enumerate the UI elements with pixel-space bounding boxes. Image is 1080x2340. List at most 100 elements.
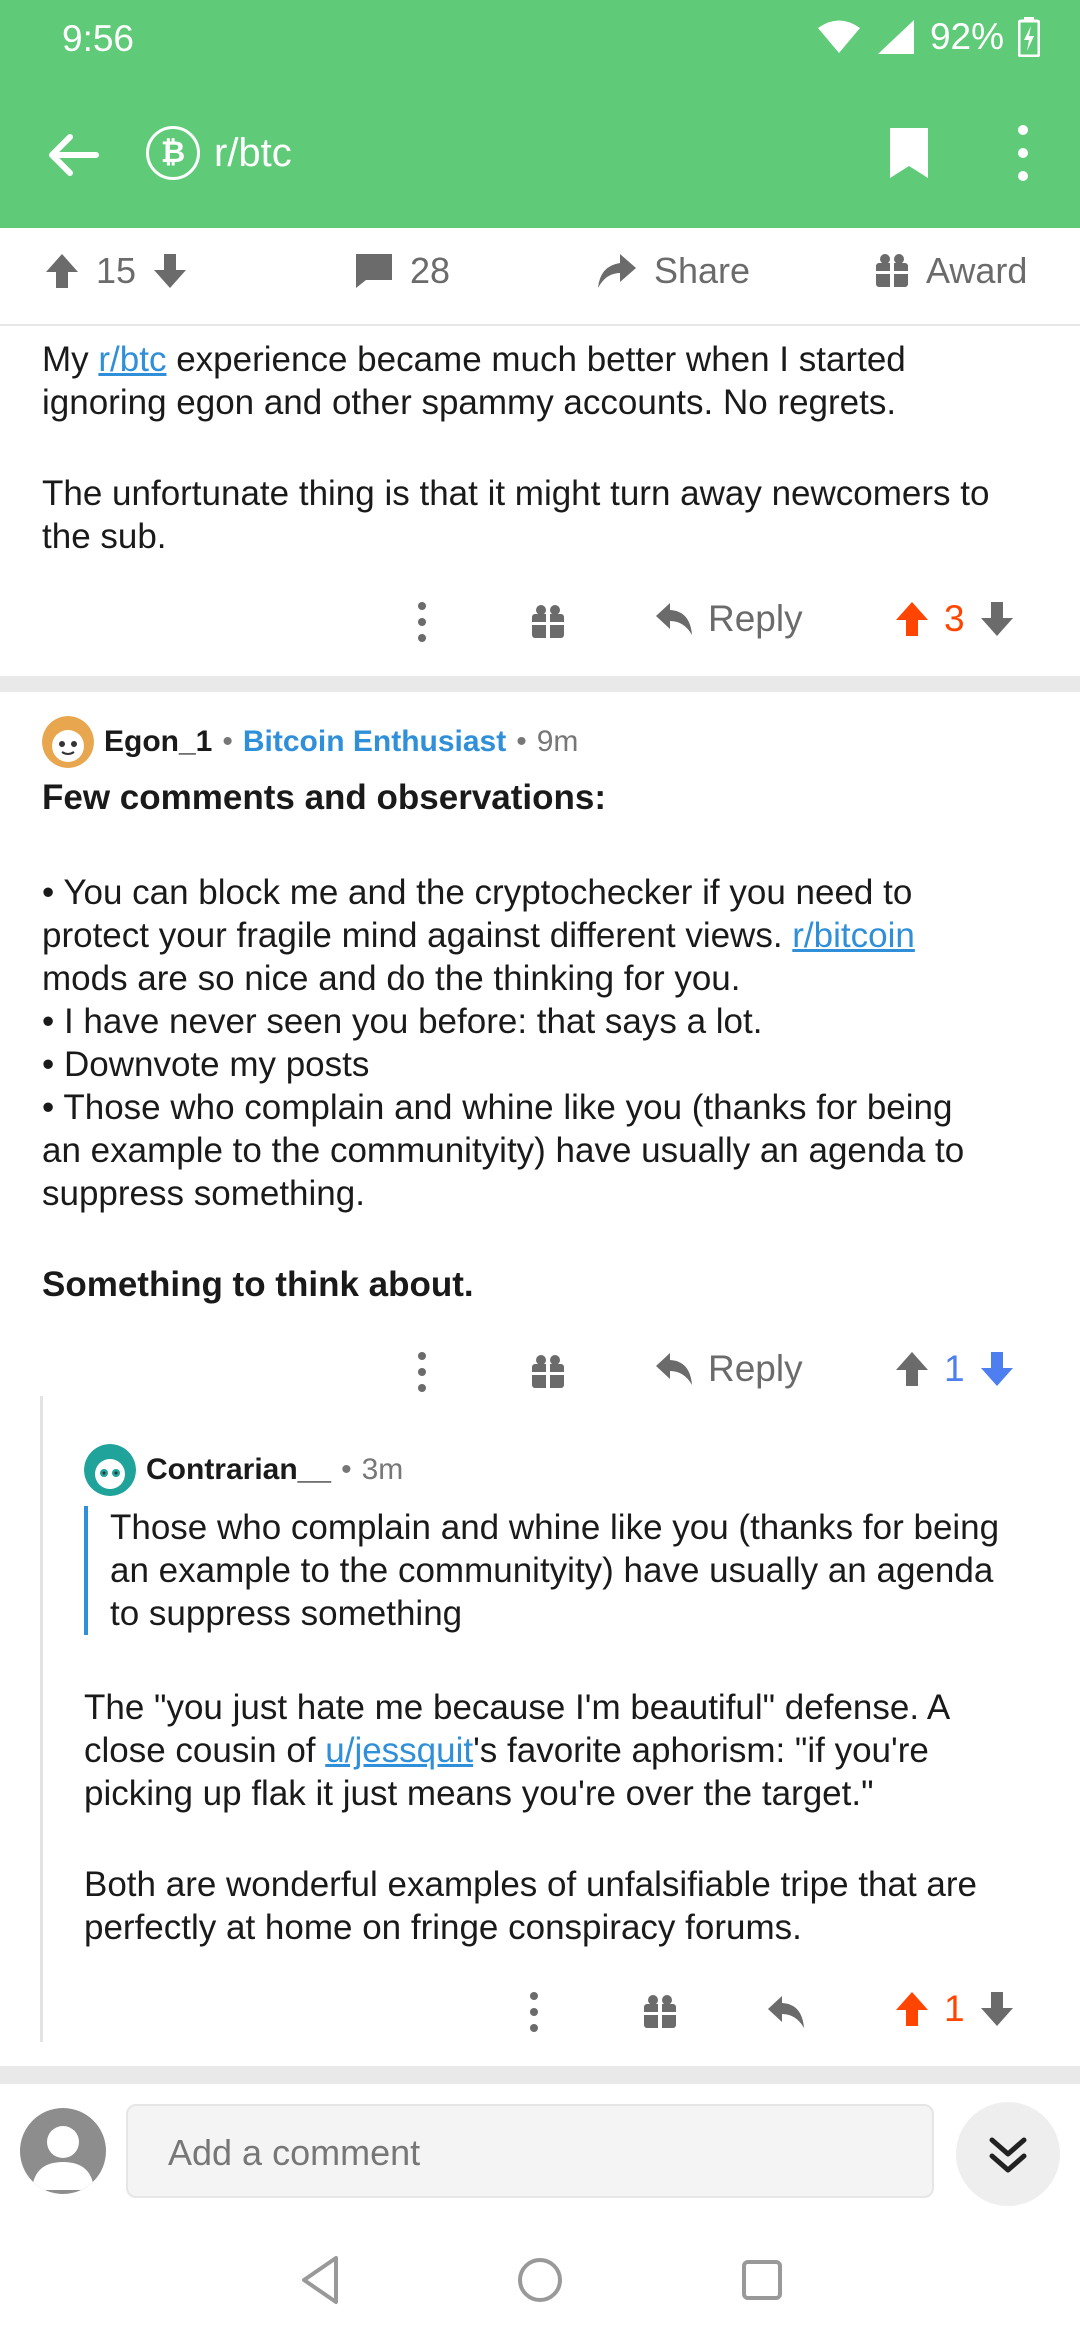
upvote-icon[interactable]	[894, 1350, 930, 1388]
wifi-icon	[817, 20, 860, 53]
comment-actions: Reply 1	[0, 1342, 1080, 1402]
author-name[interactable]: Contrarian__	[146, 1453, 331, 1487]
system-nav-bar	[0, 2222, 1080, 2340]
app-header: 9:56 92% ₿ r/btc	[0, 0, 1080, 228]
gift-icon	[876, 254, 908, 287]
comment-age: 9m	[536, 725, 579, 758]
comment-line: perfectly at home on fringe conspiracy f…	[84, 1908, 802, 1947]
comment-line: Both are wonderful examples of unfalsifi…	[84, 1865, 978, 1904]
downvote-icon[interactable]	[979, 1990, 1015, 2028]
gift-icon[interactable]	[530, 1354, 566, 1390]
avatar[interactable]	[42, 716, 94, 768]
bookmark-icon[interactable]	[888, 126, 930, 180]
back-nav-icon[interactable]	[292, 2250, 352, 2310]
add-comment-input[interactable]: Add a comment	[126, 2104, 934, 2198]
downvote-icon[interactable]	[979, 600, 1015, 638]
comment-body: My r/btc experience became much better w…	[42, 338, 1062, 558]
comment-actions: Reply 3	[0, 592, 1080, 652]
comment-compose-bar: Add a comment	[0, 2082, 1080, 2222]
separator-dot: •	[222, 725, 233, 758]
quote-block: Those who complain and whine like you (t…	[84, 1506, 1054, 1635]
home-nav-icon[interactable]	[510, 2250, 570, 2310]
more-options-icon[interactable]	[408, 592, 436, 652]
collapse-button[interactable]	[956, 2102, 1060, 2206]
reply-label: Reply	[708, 598, 803, 639]
comments-button[interactable]: 28	[354, 250, 450, 292]
separator-dot: •	[341, 1453, 352, 1486]
user-icon	[32, 2126, 94, 2190]
quote-line: to suppress something	[110, 1594, 463, 1633]
back-arrow-icon[interactable]	[40, 122, 106, 188]
downvote-icon[interactable]	[979, 1350, 1015, 1388]
comment-separator	[0, 2066, 1080, 2082]
separator-dot: •	[516, 725, 527, 758]
comment-line: an example to the communityity) have usu…	[42, 1131, 965, 1170]
post-score: 15	[96, 250, 137, 291]
subreddit-link[interactable]: r/btc	[98, 340, 166, 379]
app-bar: ₿ r/btc	[0, 100, 1080, 210]
quote-line: Those who complain and whine like you (t…	[110, 1508, 1000, 1547]
comment-line: ignoring egon and other spammy accounts.…	[42, 383, 897, 422]
more-options-icon[interactable]	[520, 1982, 548, 2042]
battery-icon	[1018, 17, 1040, 57]
comment-line: • Those who complain and whine like you …	[42, 1088, 953, 1127]
comment-score: 3	[944, 598, 965, 639]
user-link[interactable]: u/jessquit	[325, 1731, 473, 1770]
upvote-icon[interactable]	[894, 1990, 930, 2028]
comment-line: the sub.	[42, 517, 167, 556]
comment-line: • You can block me and the cryptochecker…	[42, 873, 913, 912]
double-chevron-down-icon	[989, 2137, 1027, 2173]
more-options-icon[interactable]	[408, 1342, 436, 1402]
subreddit-name: r/btc	[214, 130, 292, 175]
comment-age: 3m	[361, 1453, 404, 1486]
award-button[interactable]: Award	[874, 250, 1027, 292]
user-flair: Bitcoin Enthusiast	[242, 725, 507, 758]
comment-text: 's favorite aphorism: "if you're	[473, 1731, 929, 1770]
user-avatar[interactable]	[20, 2108, 106, 2194]
comment-separator	[0, 676, 1080, 692]
comment-closing: Something to think about.	[42, 1265, 474, 1304]
comment-line: suppress something.	[42, 1174, 365, 1213]
comment-line: The unfortunate thing is that it might t…	[42, 474, 990, 513]
comment-actions: 1	[0, 1982, 1080, 2042]
comment-text: My	[42, 340, 99, 379]
comment-line: close cousin of u/jessquit's favorite ap…	[84, 1729, 1064, 1772]
comment-vote: 1	[894, 1348, 1015, 1390]
subreddit-link[interactable]: r/bitcoin	[792, 916, 915, 955]
comment-icon	[356, 254, 392, 288]
gift-icon[interactable]	[642, 1994, 678, 2030]
comment-vote: 1	[894, 1988, 1015, 2030]
downvote-icon[interactable]	[152, 252, 188, 290]
bitcoin-icon: ₿	[146, 126, 200, 180]
comment-count: 28	[410, 250, 451, 291]
recents-nav-icon[interactable]	[732, 2250, 792, 2310]
more-options-icon[interactable]	[1006, 122, 1040, 184]
avatar[interactable]	[84, 1444, 136, 1496]
reply-button[interactable]: Reply	[654, 598, 803, 640]
subreddit-title[interactable]: ₿ r/btc	[146, 126, 292, 180]
comment-line: picking up flak it just means you're ove…	[84, 1774, 874, 1813]
author-name[interactable]: Egon_1	[104, 725, 212, 759]
upvote-icon[interactable]	[44, 252, 80, 290]
gift-icon[interactable]	[530, 604, 566, 640]
post-vote: 15	[44, 250, 188, 292]
reply-icon	[656, 603, 692, 635]
status-indicators: 92%	[816, 16, 1040, 58]
reply-button[interactable]: Reply	[654, 1348, 803, 1390]
comment-line: My r/btc experience became much better w…	[42, 338, 1062, 381]
reply-icon[interactable]	[766, 1994, 806, 2030]
comment-line: protect your fragile mind against differ…	[42, 914, 1062, 957]
comment-line: mods are so nice and do the thinking for…	[42, 959, 741, 998]
comment-score: 1	[944, 1988, 965, 2029]
upvote-icon[interactable]	[894, 600, 930, 638]
share-button[interactable]: Share	[596, 250, 750, 292]
comment-text: close cousin of	[84, 1731, 326, 1770]
comment-body: The "you just hate me because I'm beauti…	[84, 1686, 1064, 1949]
quote-line: an example to the communityity) have usu…	[110, 1551, 994, 1590]
share-label: Share	[654, 250, 751, 291]
battery-percent: 92%	[929, 16, 1004, 57]
reply-label: Reply	[708, 1348, 803, 1389]
